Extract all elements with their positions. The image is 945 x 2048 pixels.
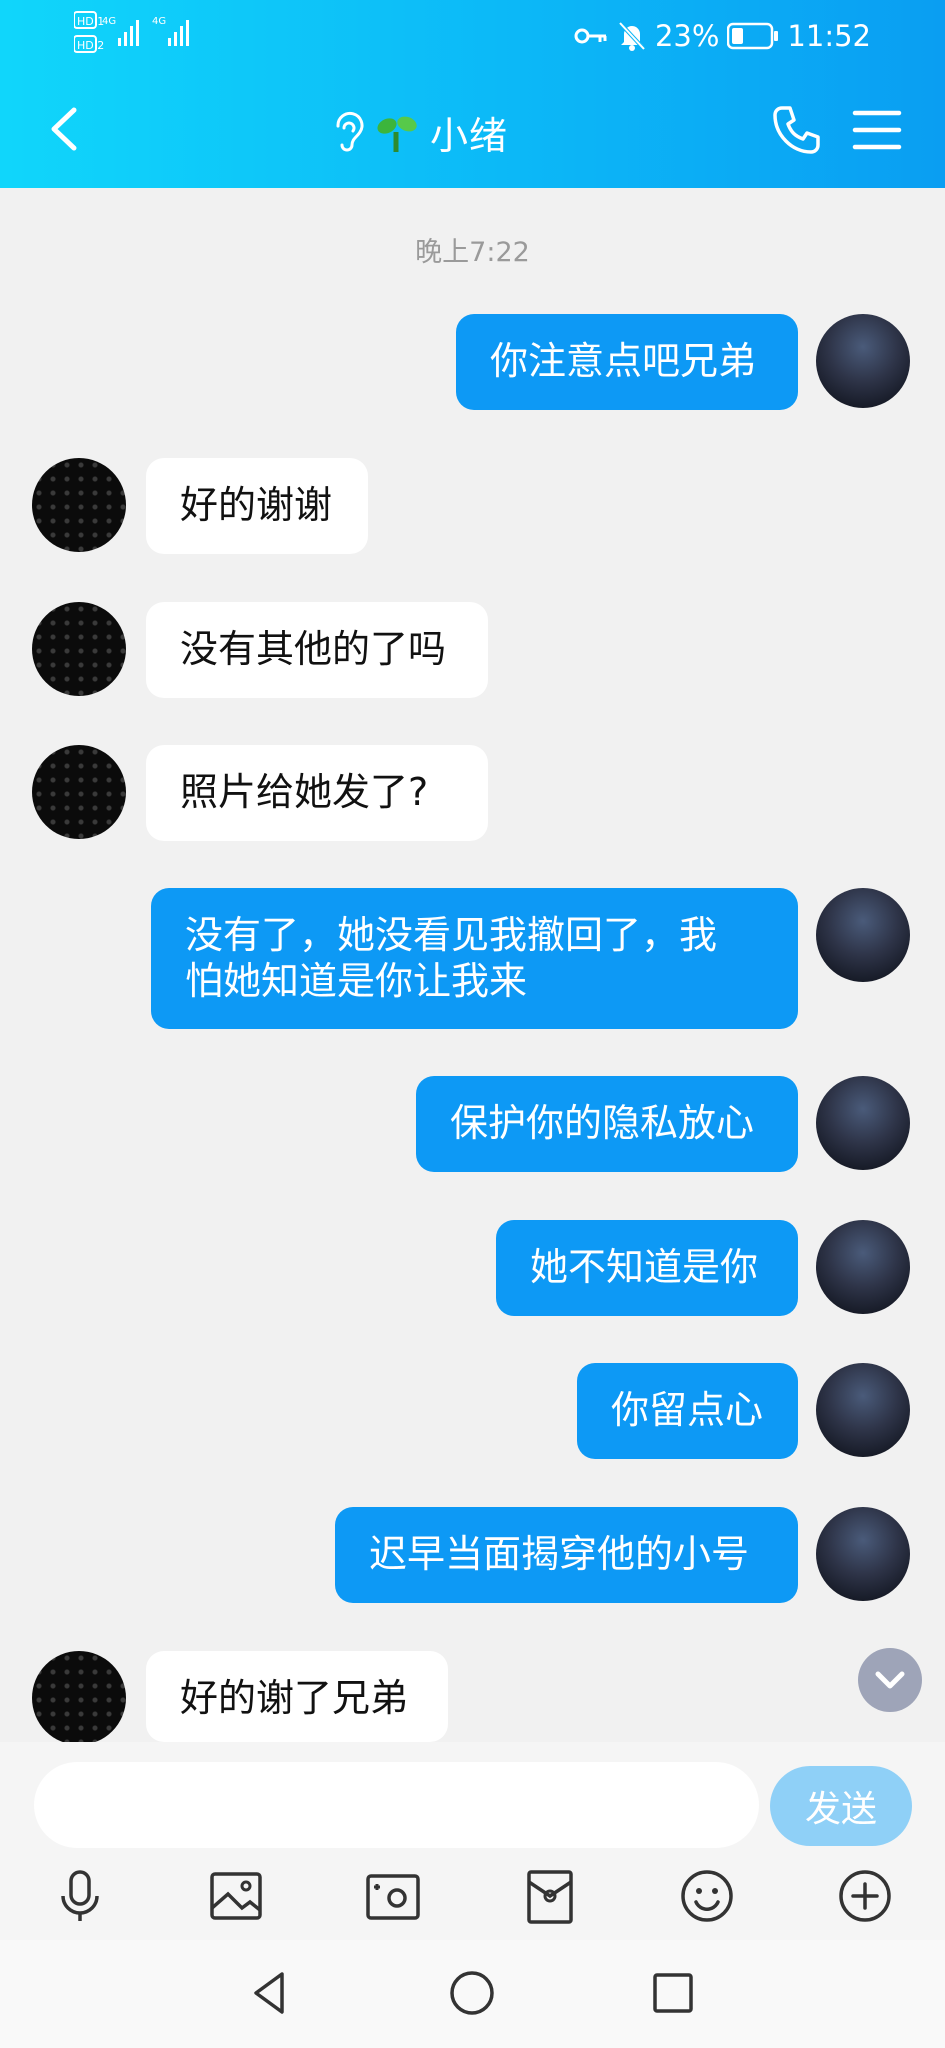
message-text: 没有其他的了吗 bbox=[180, 627, 447, 671]
battery-percent: 23% bbox=[654, 19, 720, 53]
recents-square-icon[interactable] bbox=[648, 1968, 698, 2018]
message-bubble[interactable]: 好的谢谢 bbox=[146, 458, 368, 554]
message-bubble[interactable]: 你注意点吧兄弟 bbox=[456, 314, 798, 410]
scroll-to-bottom-button[interactable] bbox=[858, 1648, 922, 1712]
mute-bell-icon bbox=[618, 21, 646, 51]
contact-avatar[interactable] bbox=[32, 602, 126, 696]
message-text: 好的谢了兄弟 bbox=[180, 1676, 409, 1720]
emoji-icon[interactable] bbox=[677, 1866, 737, 1926]
contact-avatar[interactable] bbox=[32, 458, 126, 552]
home-circle-icon[interactable] bbox=[447, 1968, 497, 2018]
message-input[interactable] bbox=[34, 1762, 759, 1848]
message-bubble[interactable]: 照片给她发了? bbox=[146, 745, 488, 841]
message-bubble[interactable]: 没有其他的了吗 bbox=[146, 602, 488, 698]
message-bubble[interactable]: 你留点心 bbox=[577, 1363, 798, 1459]
sim1-label: HD 1 bbox=[77, 15, 104, 28]
contact-avatar[interactable] bbox=[32, 745, 126, 839]
back-triangle-icon[interactable] bbox=[246, 1968, 296, 2018]
message-text-line: 没有了，她没看见我撤回了，我 bbox=[185, 913, 718, 957]
menu-icon[interactable] bbox=[852, 108, 902, 152]
status-time: 11:52 bbox=[787, 19, 871, 53]
status-bar-signals: HD 1 HD 2 4G 4G bbox=[73, 10, 234, 62]
status-bar-right: 23% 11:52 bbox=[573, 14, 871, 58]
chat-timestamp: 晚上7:22 bbox=[415, 237, 530, 268]
microphone-icon[interactable] bbox=[50, 1866, 110, 1926]
message-bubble[interactable]: 她不知道是你 bbox=[496, 1220, 798, 1316]
send-button[interactable]: 发送 bbox=[770, 1766, 912, 1846]
chevron-down-icon bbox=[875, 1671, 905, 1689]
sprout-icon bbox=[377, 116, 417, 152]
message-bubble[interactable]: 迟早当面揭穿他的小号 bbox=[335, 1507, 798, 1603]
message-text: 你注意点吧兄弟 bbox=[490, 339, 757, 383]
my-avatar[interactable] bbox=[816, 1507, 910, 1601]
message-bubble[interactable]: 没有了，她没看见我撤回了，我 怕她知道是你让我来 bbox=[151, 888, 798, 1029]
ear-icon bbox=[336, 111, 364, 152]
chevron-left-icon[interactable] bbox=[44, 104, 84, 154]
contact-avatar[interactable] bbox=[32, 1651, 126, 1745]
my-avatar[interactable] bbox=[816, 1220, 910, 1314]
chat-header: HD 1 HD 2 4G 4G 23% 11:52 小绪 bbox=[0, 0, 945, 188]
network2-label: 4G bbox=[152, 16, 166, 27]
message-text: 你留点心 bbox=[611, 1388, 764, 1432]
camera-icon[interactable] bbox=[363, 1866, 423, 1926]
message-bubble[interactable]: 好的谢了兄弟 bbox=[146, 1651, 448, 1742]
battery-icon bbox=[727, 22, 779, 50]
sim2-label: HD 2 bbox=[77, 39, 104, 52]
my-avatar[interactable] bbox=[816, 314, 910, 408]
message-text: 照片给她发了? bbox=[180, 770, 429, 814]
my-avatar[interactable] bbox=[816, 888, 910, 982]
red-packet-icon[interactable] bbox=[520, 1866, 580, 1926]
key-icon bbox=[574, 28, 607, 44]
my-avatar[interactable] bbox=[816, 1076, 910, 1170]
my-avatar[interactable] bbox=[816, 1363, 910, 1457]
message-text: 迟早当面揭穿他的小号 bbox=[369, 1532, 750, 1576]
message-bubble[interactable]: 保护你的隐私放心 bbox=[416, 1076, 798, 1172]
plus-icon[interactable] bbox=[835, 1866, 895, 1926]
contact-title[interactable]: 小绪 bbox=[330, 104, 508, 160]
message-text-line: 怕她知道是你让我来 bbox=[185, 959, 528, 1003]
contact-name: 小绪 bbox=[430, 113, 509, 158]
message-text: 保护你的隐私放心 bbox=[450, 1101, 755, 1145]
image-icon[interactable] bbox=[206, 1866, 266, 1926]
signal-icon: HD 1 HD 2 4G 4G bbox=[73, 11, 189, 53]
phone-icon[interactable] bbox=[770, 104, 822, 156]
message-text: 她不知道是你 bbox=[530, 1245, 759, 1289]
network1-label: 4G bbox=[102, 16, 116, 27]
message-text: 好的谢谢 bbox=[180, 483, 333, 527]
